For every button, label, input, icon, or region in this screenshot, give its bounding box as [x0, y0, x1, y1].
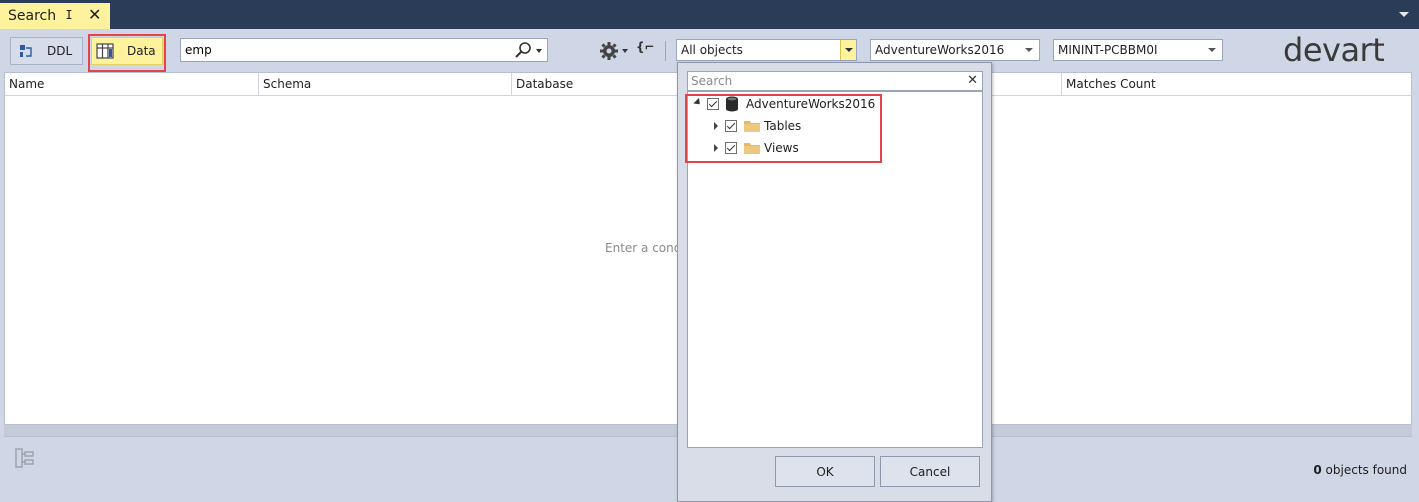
search-field[interactable] [180, 38, 548, 62]
ok-button[interactable]: OK [775, 456, 875, 487]
cancel-button[interactable]: Cancel [880, 456, 980, 487]
object-type-value: All objects [681, 43, 743, 57]
status-text: 0 objects found [1313, 463, 1407, 477]
window-menu-chevron-down-icon[interactable] [1399, 12, 1409, 17]
database-select[interactable]: AdventureWorks2016 [870, 39, 1040, 61]
clear-icon[interactable]: ✕ [967, 73, 978, 88]
table-icon [96, 43, 114, 59]
data-mode-button[interactable]: Data [91, 37, 163, 65]
empty-state-message: Enter a cond [605, 241, 682, 255]
toolbar-separator [665, 41, 666, 61]
search-icon[interactable] [514, 41, 532, 59]
popup-search-input[interactable] [691, 74, 959, 88]
data-label: Data [127, 44, 156, 58]
tab-title: Search [8, 8, 57, 24]
column-header-matches-count[interactable]: Matches Count [1061, 73, 1411, 96]
close-icon[interactable]: ✕ [88, 5, 101, 24]
popup-search-field[interactable]: ✕ [687, 71, 983, 91]
chevron-down-icon[interactable] [1208, 48, 1216, 52]
column-header-schema[interactable]: Schema [259, 73, 512, 96]
server-select[interactable]: MININT-PCBBM0I [1053, 39, 1223, 61]
tool-window-titlebar: Search ⵊ ✕ [0, 0, 1419, 29]
ddl-label: DDL [47, 44, 73, 58]
database-value: AdventureWorks2016 [875, 43, 1005, 57]
server-value: MININT-PCBBM0I [1058, 43, 1158, 57]
code-structure-icon[interactable]: {⌐ [636, 40, 658, 60]
settings-chevron-down-icon[interactable] [622, 49, 628, 53]
tab-search[interactable]: Search ⵊ ✕ [0, 3, 110, 29]
object-count-suffix: objects found [1321, 463, 1407, 477]
devart-logo: devart [1283, 31, 1385, 69]
object-count: 0 [1313, 463, 1322, 477]
gear-icon[interactable] [599, 41, 619, 61]
tree-highlight [685, 94, 882, 163]
column-header-name[interactable]: Name [5, 73, 259, 96]
object-type-select[interactable]: All objects [676, 39, 857, 61]
search-history-chevron-down-icon[interactable] [536, 49, 542, 53]
pin-icon[interactable]: ⵊ [66, 8, 72, 22]
search-input[interactable] [185, 42, 505, 58]
ddl-icon [20, 45, 32, 57]
hierarchy-icon[interactable] [14, 447, 36, 469]
ddl-mode-button[interactable]: DDL [10, 37, 83, 65]
chevron-down-icon[interactable] [840, 40, 856, 60]
chevron-down-icon[interactable] [1025, 48, 1033, 52]
